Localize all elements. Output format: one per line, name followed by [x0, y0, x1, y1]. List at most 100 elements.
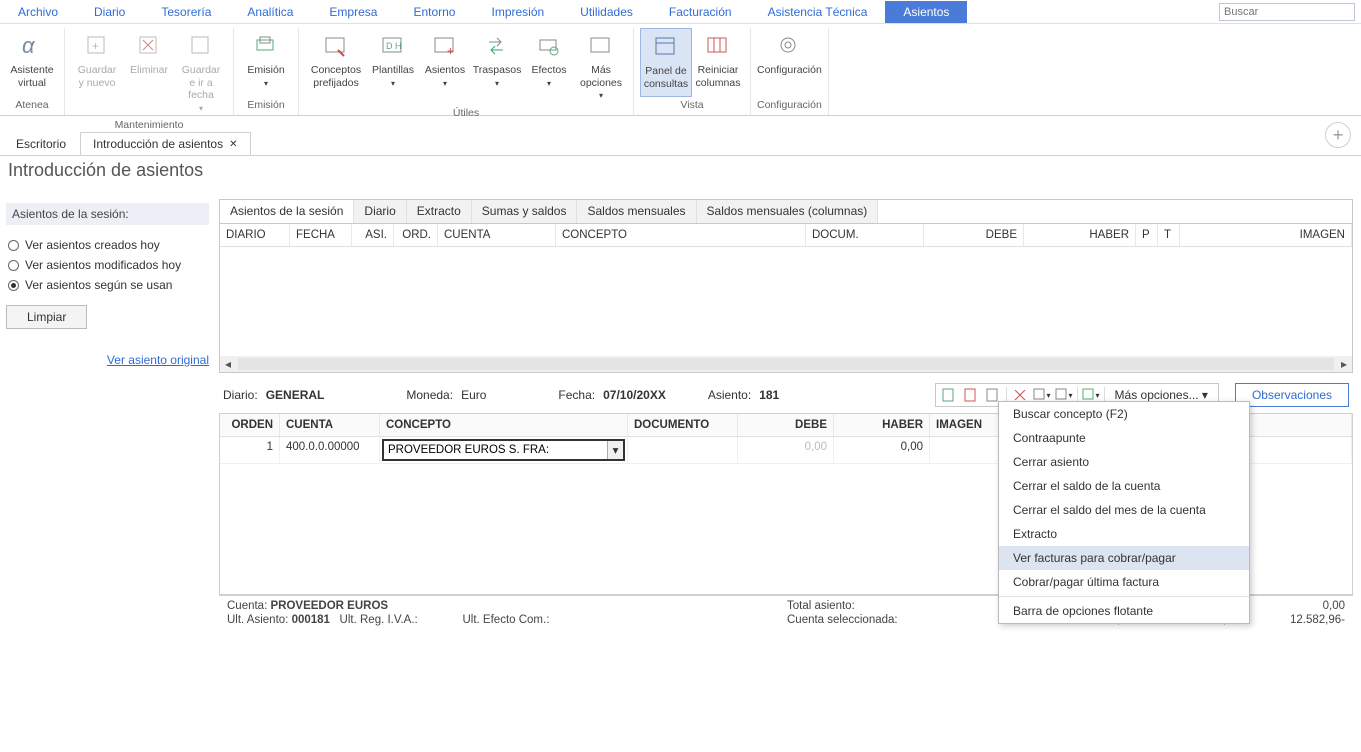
- ribbon-configuracion[interactable]: Configuración: [758, 28, 820, 97]
- menu-diario[interactable]: Diario: [76, 1, 143, 23]
- radio-segun-usan[interactable]: Ver asientos según se usan: [6, 275, 209, 295]
- close-icon[interactable]: ✕: [229, 139, 237, 150]
- scroll-left-icon[interactable]: ◂: [220, 357, 236, 371]
- ctx-ver-facturas[interactable]: Ver facturas para cobrar/pagar: [999, 546, 1249, 570]
- ribbon-conceptos[interactable]: Conceptos prefijados: [305, 28, 367, 105]
- menu-impresion[interactable]: Impresión: [473, 1, 562, 23]
- tab-introduccion[interactable]: Introducción de asientos ✕: [80, 132, 250, 155]
- concepto-combo[interactable]: ▾: [382, 439, 625, 461]
- add-tab-button[interactable]: +: [1325, 122, 1351, 148]
- total-asiento-label: Total asiento:: [787, 600, 1027, 612]
- menu-entorno[interactable]: Entorno: [395, 1, 473, 23]
- ver-asiento-original-link[interactable]: Ver asiento original: [6, 353, 209, 367]
- separator: [999, 596, 1249, 597]
- col-debe2[interactable]: DEBE: [738, 414, 834, 436]
- subtab-saldos-mensuales-col[interactable]: Saldos mensuales (columnas): [697, 200, 879, 223]
- ribbon-asistente-virtual[interactable]: α Asistente virtual: [6, 28, 58, 97]
- ribbon-group-label: Atenea: [15, 97, 48, 115]
- col-concepto2[interactable]: CONCEPTO: [380, 414, 628, 436]
- cell-documento[interactable]: [628, 437, 738, 463]
- ribbon-reiniciar-columnas[interactable]: Reiniciar columnas: [692, 28, 744, 97]
- col-p[interactable]: P: [1136, 224, 1158, 246]
- radio-icon: [8, 280, 19, 291]
- menu-archivo[interactable]: Archivo: [0, 1, 76, 23]
- menu-analitica[interactable]: Analítica: [229, 1, 311, 23]
- cell-haber[interactable]: 0,00: [834, 437, 930, 463]
- sidebar-header: Asientos de la sesión:: [6, 203, 209, 225]
- col-t[interactable]: T: [1158, 224, 1180, 246]
- subtab-asientos-sesion[interactable]: Asientos de la sesión: [220, 200, 354, 223]
- observaciones-button[interactable]: Observaciones: [1235, 383, 1349, 407]
- menu-tesoreria[interactable]: Tesorería: [143, 1, 229, 23]
- tool-new-icon[interactable]: [940, 386, 958, 404]
- col-cuenta[interactable]: CUENTA: [438, 224, 556, 246]
- ctx-cobrar-pagar[interactable]: Cobrar/pagar última factura: [999, 570, 1249, 594]
- upper-grid-scrollbar[interactable]: ◂ ▸: [220, 356, 1352, 372]
- ribbon-emision[interactable]: Emisión▾: [240, 28, 292, 97]
- menu-utilidades[interactable]: Utilidades: [562, 1, 651, 23]
- ctx-cerrar-saldo-mes[interactable]: Cerrar el saldo del mes de la cuenta: [999, 498, 1249, 522]
- col-fecha[interactable]: FECHA: [290, 224, 352, 246]
- ribbon-efectos[interactable]: Efectos▾: [523, 28, 575, 105]
- search-input[interactable]: [1219, 3, 1355, 21]
- more-icon: [587, 32, 615, 60]
- ribbon-panel-consultas[interactable]: Panel de consultas: [640, 28, 692, 97]
- ribbon-asientos-btn[interactable]: + Asientos▾: [419, 28, 471, 105]
- col-imagen[interactable]: IMAGEN: [1180, 224, 1352, 246]
- col-docum[interactable]: DOCUM.: [806, 224, 924, 246]
- ctx-cerrar-saldo-cuenta[interactable]: Cerrar el saldo de la cuenta: [999, 474, 1249, 498]
- chevron-down-icon: ▾: [547, 79, 551, 89]
- subtab-saldos-mensuales[interactable]: Saldos mensuales: [577, 200, 696, 223]
- cell-cuenta[interactable]: 400.0.0.00000: [280, 437, 380, 463]
- concepto-input[interactable]: [384, 442, 607, 458]
- col-asi[interactable]: ASI.: [352, 224, 394, 246]
- ribbon-group-label: Vista: [680, 97, 703, 115]
- cuenta-sel-v3: 12.582,96-: [1239, 614, 1345, 626]
- gear-icon: [775, 32, 803, 60]
- scroll-right-icon[interactable]: ▸: [1336, 357, 1352, 371]
- tool-del-icon[interactable]: [962, 386, 980, 404]
- tab-escritorio[interactable]: Escritorio: [4, 133, 78, 155]
- menu-empresa[interactable]: Empresa: [311, 1, 395, 23]
- limpiar-button[interactable]: Limpiar: [6, 305, 87, 329]
- subtab-extracto[interactable]: Extracto: [407, 200, 472, 223]
- col-haber[interactable]: HABER: [1024, 224, 1136, 246]
- col-orden[interactable]: ORDEN: [220, 414, 280, 436]
- ribbon-guardar-nuevo[interactable]: + Guardar y nuevo: [71, 28, 123, 117]
- scroll-track[interactable]: [238, 358, 1334, 370]
- col-concepto[interactable]: CONCEPTO: [556, 224, 806, 246]
- ctx-extracto[interactable]: Extracto: [999, 522, 1249, 546]
- ctx-cerrar-asiento[interactable]: Cerrar asiento: [999, 450, 1249, 474]
- menu-facturacion[interactable]: Facturación: [651, 1, 750, 23]
- menu-asientos[interactable]: Asientos: [885, 1, 967, 23]
- svg-text:α: α: [22, 33, 36, 58]
- radio-creados-hoy[interactable]: Ver asientos creados hoy: [6, 235, 209, 255]
- ribbon-mas-opciones[interactable]: Más opciones▾: [575, 28, 627, 105]
- subtab-diario[interactable]: Diario: [354, 200, 406, 223]
- menu-asistencia[interactable]: Asistencia Técnica: [750, 1, 886, 23]
- transfers-icon: [483, 32, 511, 60]
- ribbon-guardar-fecha[interactable]: Guardar e ir a fecha▾: [175, 28, 227, 117]
- cell-debe[interactable]: 0,00: [738, 437, 834, 463]
- col-ord[interactable]: ORD.: [394, 224, 438, 246]
- col-debe[interactable]: DEBE: [924, 224, 1024, 246]
- upper-grid-body[interactable]: [220, 247, 1352, 356]
- sidebar: Asientos de la sesión: Ver asientos crea…: [0, 193, 215, 752]
- col-cuenta2[interactable]: CUENTA: [280, 414, 380, 436]
- radio-modificados-hoy[interactable]: Ver asientos modificados hoy: [6, 255, 209, 275]
- chevron-down-icon[interactable]: ▾: [607, 441, 623, 459]
- subtab-sumas-saldos[interactable]: Sumas y saldos: [472, 200, 578, 223]
- ctx-barra-flotante[interactable]: Barra de opciones flotante: [999, 599, 1249, 623]
- ctx-buscar-concepto[interactable]: Buscar concepto (F2): [999, 402, 1249, 426]
- col-haber2[interactable]: HABER: [834, 414, 930, 436]
- page-title: Introducción de asientos: [0, 156, 1361, 193]
- ribbon-group-label: Configuración: [757, 97, 822, 115]
- templates-icon: D H: [379, 32, 407, 60]
- ctx-contraapunte[interactable]: Contraapunte: [999, 426, 1249, 450]
- entries-icon: +: [431, 32, 459, 60]
- ribbon-eliminar[interactable]: Eliminar: [123, 28, 175, 117]
- col-diario[interactable]: DIARIO: [220, 224, 290, 246]
- ribbon-plantillas[interactable]: D H Plantillas▾: [367, 28, 419, 105]
- ribbon-traspasos[interactable]: Traspasos▾: [471, 28, 523, 105]
- col-documento[interactable]: DOCUMENTO: [628, 414, 738, 436]
